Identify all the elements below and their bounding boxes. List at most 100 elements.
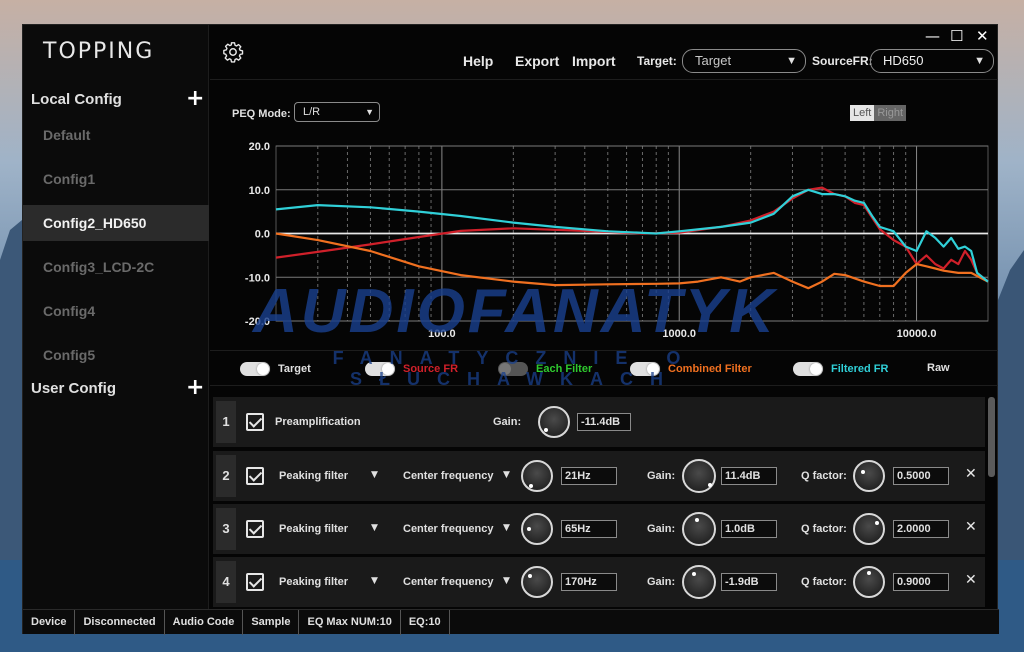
top-toolbar: Help Export Import Target: Target ▼ Sour…	[210, 25, 998, 80]
gain-label: Gain:	[493, 416, 522, 428]
q-factor-input[interactable]: 2.0000	[893, 520, 949, 538]
filter-index: 1	[216, 401, 236, 443]
filter-row: 2 Peaking filter ▼ Center frequency ▼ 21…	[213, 451, 985, 501]
maximize-icon[interactable]: ☐	[950, 27, 963, 45]
status-bar: Device Disconnected Audio Code Sample EQ…	[23, 609, 999, 635]
legend-label: Raw	[927, 362, 950, 374]
legend-toggle-switch[interactable]	[240, 362, 270, 376]
sourcefr-dropdown[interactable]: HD650 ▼	[870, 49, 994, 73]
config-item-config2[interactable]: Config2_HD650	[23, 205, 209, 241]
q-factor-label: Q factor:	[801, 576, 847, 588]
legend-source-fr[interactable]: Source FR	[365, 362, 458, 376]
gain-knob[interactable]	[538, 406, 570, 438]
filter-enable-checkbox[interactable]	[246, 413, 264, 431]
minimize-icon[interactable]: —	[925, 27, 940, 45]
gain-label: Gain:	[647, 576, 676, 588]
legend-label: Each Filter	[536, 363, 593, 375]
chevron-down-icon: ▼	[974, 55, 985, 67]
filter-index: 4	[216, 561, 236, 603]
status-audio-code: Audio Code	[165, 610, 244, 635]
delete-filter-icon[interactable]: ✕	[965, 519, 977, 535]
legend-label: Target	[278, 363, 311, 375]
frequency-response-chart[interactable]: 20.0 10.0 0.0 -10.0 -20.0 100.0 1000.0 10000.0	[210, 81, 998, 349]
filter-enable-checkbox[interactable]	[246, 467, 264, 485]
frequency-dropdown-icon[interactable]: ▼	[503, 576, 510, 586]
legend-toggle-switch[interactable]	[498, 362, 528, 376]
target-dropdown[interactable]: Target ▼	[682, 49, 806, 73]
chart-y-tick-label: 20.0	[249, 141, 270, 153]
close-icon[interactable]: ✕	[976, 27, 989, 45]
config-item-config5[interactable]: Config5	[23, 337, 209, 373]
delete-filter-icon[interactable]: ✕	[965, 572, 977, 588]
frequency-knob[interactable]	[521, 460, 553, 492]
import-button[interactable]: Import	[572, 53, 616, 69]
filter-type-dropdown-icon[interactable]: ▼	[371, 523, 378, 533]
center-frequency-label: Center frequency	[403, 576, 494, 588]
frequency-dropdown-icon[interactable]: ▼	[503, 470, 510, 480]
frequency-knob[interactable]	[521, 513, 553, 545]
filter-enable-checkbox[interactable]	[246, 573, 264, 591]
status-eq-count: EQ:10	[401, 610, 450, 635]
q-factor-knob[interactable]	[853, 513, 885, 545]
legend-raw[interactable]: Raw	[927, 362, 950, 374]
user-config-heading: User Config	[31, 380, 117, 397]
gain-knob[interactable]	[682, 459, 716, 493]
q-factor-input[interactable]: 0.5000	[893, 467, 949, 485]
status-sample: Sample	[243, 610, 300, 635]
filter-type-dropdown-icon[interactable]: ▼	[371, 470, 378, 480]
gain-knob[interactable]	[682, 512, 716, 546]
legend-target[interactable]: Target	[240, 362, 311, 376]
frequency-knob[interactable]	[521, 566, 553, 598]
frequency-input[interactable]: 65Hz	[561, 520, 617, 538]
chart-x-tick-label: 10000.0	[897, 328, 937, 340]
gain-input[interactable]: -1.9dB	[721, 573, 777, 591]
gain-input[interactable]: -11.4dB	[577, 413, 631, 431]
frequency-input[interactable]: 170Hz	[561, 573, 617, 591]
q-factor-label: Q factor:	[801, 523, 847, 535]
gain-label: Gain:	[647, 470, 676, 482]
legend-toggle-switch[interactable]	[630, 362, 660, 376]
q-factor-knob[interactable]	[853, 566, 885, 598]
filter-row: 4 Peaking filter ▼ Center frequency ▼ 17…	[213, 557, 985, 607]
legend-toggle-switch[interactable]	[365, 362, 395, 376]
frequency-input[interactable]: 21Hz	[561, 467, 617, 485]
filter-type-dropdown-icon[interactable]: ▼	[371, 576, 378, 586]
status-eq-max: EQ Max NUM:10	[299, 610, 401, 635]
legend-toggle-switch[interactable]	[793, 362, 823, 376]
center-frequency-label: Center frequency	[403, 470, 494, 482]
filter-enable-checkbox[interactable]	[246, 520, 264, 538]
status-device: Device	[23, 610, 76, 635]
gear-icon[interactable]	[222, 41, 244, 63]
frequency-dropdown-icon[interactable]: ▼	[503, 523, 510, 533]
filter-index: 3	[216, 508, 236, 550]
export-button[interactable]: Export	[515, 53, 559, 69]
chart-series-source	[275, 186, 989, 283]
config-item-config3[interactable]: Config3_LCD-2C	[23, 249, 209, 285]
legend-each-filter[interactable]: Each Filter	[498, 362, 592, 376]
legend-combined-filter[interactable]: Combined Filter	[630, 362, 752, 376]
config-item-config1[interactable]: Config1	[23, 161, 209, 197]
add-user-config-icon[interactable]: +	[186, 377, 204, 399]
add-local-config-icon[interactable]: +	[186, 88, 204, 110]
chart-y-tick-label: -10.0	[245, 272, 270, 284]
config-item-default[interactable]: Default	[23, 117, 209, 153]
legend-filtered-fr[interactable]: Filtered FR	[793, 362, 888, 376]
q-factor-input[interactable]: 0.9000	[893, 573, 949, 591]
filter-row-preamp: 1 Preamplification Gain: -11.4dB	[213, 397, 985, 447]
gain-knob[interactable]	[682, 565, 716, 599]
gain-input[interactable]: 1.0dB	[721, 520, 777, 538]
delete-filter-icon[interactable]: ✕	[965, 466, 977, 482]
chevron-down-icon: ▼	[786, 55, 797, 67]
filter-type-label: Peaking filter	[279, 576, 349, 588]
config-item-config4[interactable]: Config4	[23, 293, 209, 329]
gain-input[interactable]: 11.4dB	[721, 467, 777, 485]
graph-panel: PEQ Mode: L/R ▼ Left Right 20.0 10.0 0.0 -1…	[210, 81, 998, 349]
filter-list-scrollbar[interactable]	[988, 397, 995, 477]
q-factor-knob[interactable]	[853, 460, 885, 492]
chart-x-tick-label: 100.0	[428, 328, 456, 340]
target-dropdown-value: Target	[695, 53, 732, 68]
filter-type-label: Peaking filter	[279, 470, 349, 482]
help-button[interactable]: Help	[463, 53, 493, 69]
status-connection: Disconnected	[75, 610, 165, 635]
chart-series-filtered	[275, 188, 989, 283]
